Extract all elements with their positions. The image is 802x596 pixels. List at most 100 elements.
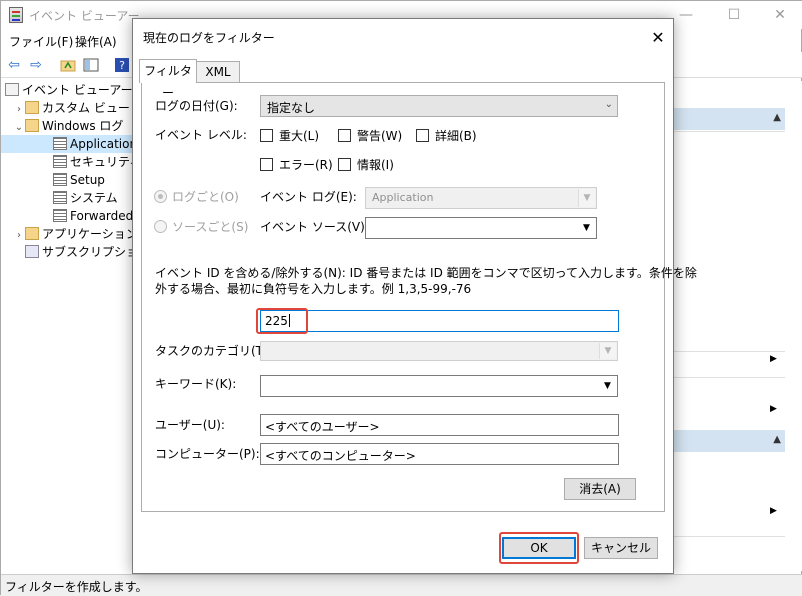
collapse-arrow-icon[interactable]: ▲: [773, 112, 781, 123]
computer-input[interactable]: <すべてのコンピューター>: [260, 443, 619, 465]
tree-item[interactable]: セキュリティ: [1, 153, 135, 171]
event-log-dropdown[interactable]: Application ▼: [365, 187, 597, 209]
actions-header-event[interactable]: ▲: [673, 430, 785, 452]
tree-item[interactable]: Application: [1, 135, 135, 153]
actions-divider: [673, 536, 785, 537]
error-checkbox[interactable]: [260, 158, 273, 171]
tree-item-label: セキュリティ: [70, 155, 135, 169]
combo-arrow-icon: ▼: [583, 223, 590, 233]
cancel-button[interactable]: キャンセル: [584, 537, 658, 559]
event-source-label: イベント ソース(V):: [260, 220, 369, 234]
tree-item[interactable]: ›アプリケーションとサ: [1, 225, 135, 243]
info-label[interactable]: 情報(I): [357, 156, 394, 173]
critical-label[interactable]: 重大(L): [279, 127, 319, 144]
tree-item-label: サブスクリプション: [42, 245, 135, 259]
submenu-arrow-icon[interactable]: ▶: [770, 404, 777, 414]
tree-rows: イベント ビューアー (ロー ›カスタム ビュー ⌄ Windows ログ Applic…: [1, 81, 135, 261]
log-icon: [53, 209, 67, 222]
clear-button[interactable]: 消去(A): [564, 478, 636, 500]
tree-item[interactable]: イベント ビューアー (ロー: [1, 81, 135, 99]
folder-icon: [25, 101, 39, 114]
tab-xml[interactable]: XML: [196, 61, 240, 83]
log-icon: [53, 137, 67, 150]
by-log-radio[interactable]: [154, 190, 167, 203]
tree-item-label: イベント ビューアー (ロー: [22, 83, 135, 97]
actions-divider: [673, 351, 785, 352]
keywords-label: キーワード(K):: [155, 377, 237, 391]
forward-arrow-icon[interactable]: ⇨: [27, 56, 45, 74]
info-checkbox[interactable]: [338, 158, 351, 171]
submenu-arrow-icon[interactable]: ▶: [770, 506, 777, 516]
svg-text:?: ?: [119, 59, 125, 72]
actions-header-application[interactable]: ▲: [673, 108, 785, 130]
filter-current-log-dialog: 現在のログをフィルター ✕ フィルター XML ログの日付(G): 指定なし ⌄…: [132, 18, 697, 574]
event-level-label: イベント レベル:: [155, 128, 247, 142]
console-tree: イベント ビューアー (ロー ›カスタム ビュー ⌄ Windows ログ Applic…: [1, 81, 135, 571]
log-icon: [53, 173, 67, 186]
user-value: <すべてのユーザー>: [265, 420, 380, 434]
event-source-dropdown[interactable]: ▼: [365, 217, 597, 239]
combo-arrow-icon: ▼: [578, 189, 595, 207]
by-log-label[interactable]: ログごと(O): [172, 188, 239, 205]
computer-value: <すべてのコンピューター>: [265, 449, 416, 463]
combo-arrow-icon: ▼: [599, 343, 616, 359]
actions-divider: [673, 377, 785, 378]
event-log-label: イベント ログ(E):: [260, 190, 357, 204]
tree-item-label: カスタム ビュー: [42, 101, 130, 115]
folder-icon: [25, 227, 39, 240]
critical-checkbox[interactable]: [260, 129, 273, 142]
dialog-close-icon[interactable]: ✕: [645, 25, 671, 49]
maximize-icon[interactable]: ☐: [711, 1, 757, 29]
tree-item[interactable]: ⌄ Windows ログ: [1, 117, 135, 135]
warning-checkbox[interactable]: [338, 129, 351, 142]
help-icon[interactable]: ?: [113, 56, 131, 74]
warning-label[interactable]: 警告(W): [357, 127, 402, 144]
collapse-arrow-icon[interactable]: ▲: [773, 434, 781, 445]
logged-dropdown[interactable]: 指定なし ⌄: [260, 95, 618, 117]
menu-file[interactable]: ファイル(F): [9, 33, 73, 50]
log-icon: [53, 191, 67, 204]
verbose-label[interactable]: 詳細(B): [435, 127, 477, 144]
tree-item[interactable]: › カスタム ビュー: [1, 99, 135, 117]
sub-icon: [25, 245, 39, 258]
log-icon: [53, 155, 67, 168]
expand-chevron-icon[interactable]: ⌄: [13, 119, 25, 137]
tree-item-label: システム: [70, 191, 118, 205]
user-input[interactable]: <すべてのユーザー>: [260, 414, 619, 436]
tab-filter[interactable]: フィルター: [139, 59, 197, 100]
event-id-description-line2: 外する場合、最初に負符号を入力します。例 1,3,5-99,-76: [155, 282, 472, 296]
up-folder-icon[interactable]: [59, 56, 77, 74]
main-close-icon[interactable]: ✕: [757, 1, 802, 29]
task-category-dropdown[interactable]: ▼: [260, 341, 618, 361]
main-window-title: イベント ビューアー: [29, 9, 140, 23]
dialog-title: 現在のログをフィルター: [143, 31, 275, 45]
tree-item-label: Forwarded Ev: [70, 209, 135, 223]
folder-icon: [25, 119, 39, 132]
error-label[interactable]: エラー(R): [279, 156, 333, 173]
back-arrow-icon[interactable]: ⇦: [5, 56, 23, 74]
submenu-arrow-icon[interactable]: ▶: [770, 354, 777, 364]
computer-label: コンピューター(P):: [155, 447, 260, 461]
app-icon: [5, 83, 19, 96]
actions-divider: [673, 131, 785, 132]
tree-item[interactable]: サブスクリプション: [1, 243, 135, 261]
task-category-label: タスクのカテゴリ(T):: [155, 344, 272, 358]
by-source-label[interactable]: ソースごと(S): [172, 218, 248, 235]
menu-action[interactable]: 操作(A): [75, 33, 117, 50]
tree-item[interactable]: Setup: [1, 171, 135, 189]
keywords-dropdown[interactable]: ▼: [260, 375, 618, 397]
tree-item-label: Application: [70, 137, 135, 151]
ok-button-highlight: [499, 532, 579, 564]
event-id-highlight: [256, 308, 308, 334]
event-id-input[interactable]: 225: [260, 310, 619, 332]
show-hide-tree-icon[interactable]: [82, 56, 100, 74]
event-viewer-app-icon: [9, 7, 23, 23]
tree-item[interactable]: システム: [1, 189, 135, 207]
status-text: フィルターを作成します。: [5, 580, 148, 594]
verbose-checkbox[interactable]: [416, 129, 429, 142]
event-log-value: Application: [372, 191, 434, 204]
combo-arrow-icon: ▼: [604, 381, 611, 391]
logged-value: 指定なし: [267, 101, 316, 115]
by-source-radio[interactable]: [154, 220, 167, 233]
tree-item[interactable]: Forwarded Ev: [1, 207, 135, 225]
